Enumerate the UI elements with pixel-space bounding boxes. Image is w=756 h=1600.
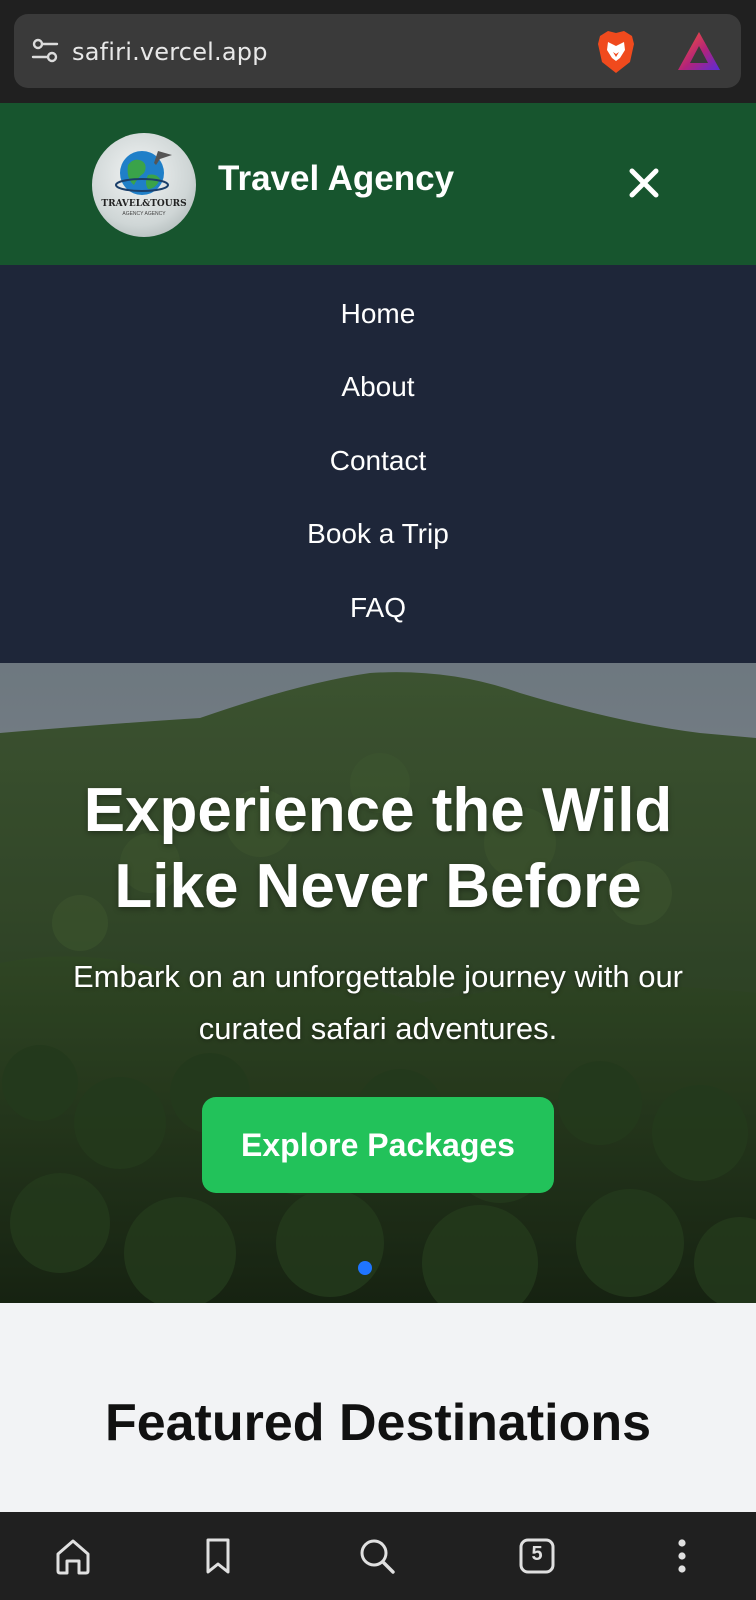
hero-section: Experience the Wild Like Never Before Em… [0, 663, 756, 1303]
nav-item-home[interactable]: Home [0, 298, 756, 330]
address-bar[interactable]: safiri.vercel.app [14, 14, 741, 88]
brave-rewards-icon[interactable] [676, 30, 722, 72]
nav-item-contact[interactable]: Contact [0, 445, 756, 477]
nav-item-about[interactable]: About [0, 371, 756, 403]
site-header: TRAVEL&TOURS AGENCY AGENCY Travel Agency [0, 103, 756, 265]
bookmark-icon[interactable] [196, 1534, 240, 1578]
site-logo[interactable]: TRAVEL&TOURS AGENCY AGENCY [92, 133, 196, 237]
tab-count: 5 [531, 1543, 543, 1565]
logo-subtext: AGENCY AGENCY [122, 211, 166, 217]
mobile-nav-menu: Home About Contact Book a Trip FAQ [0, 265, 756, 663]
featured-destinations-heading: Featured Destinations [104, 1394, 652, 1452]
more-menu-icon[interactable] [660, 1534, 704, 1578]
nav-item-book-a-trip[interactable]: Book a Trip [0, 518, 756, 550]
browser-bottom-bar: 5 [0, 1512, 756, 1600]
search-icon[interactable] [355, 1534, 399, 1578]
home-icon[interactable] [51, 1534, 95, 1578]
nav-item-faq[interactable]: FAQ [0, 592, 756, 624]
logo-text: TRAVEL&TOURS [101, 199, 187, 209]
site-title[interactable]: Travel Agency [218, 159, 454, 199]
featured-destinations-section: Featured Destinations [0, 1303, 756, 1512]
browser-toolbar: safiri.vercel.app [0, 0, 756, 103]
hero-subtitle: Embark on an unforgettable journey with … [72, 959, 684, 1046]
close-icon[interactable] [626, 165, 662, 201]
tabs-icon[interactable]: 5 [515, 1534, 559, 1578]
explore-packages-button[interactable]: Explore Packages [202, 1097, 554, 1193]
hero-title: Experience the Wild Like Never Before [83, 776, 673, 921]
carousel-indicator-dot[interactable] [358, 1261, 372, 1275]
globe-icon [115, 151, 172, 195]
url-text[interactable]: safiri.vercel.app [72, 38, 268, 66]
site-settings-icon[interactable] [30, 36, 60, 66]
brave-lion-icon[interactable] [594, 28, 638, 76]
